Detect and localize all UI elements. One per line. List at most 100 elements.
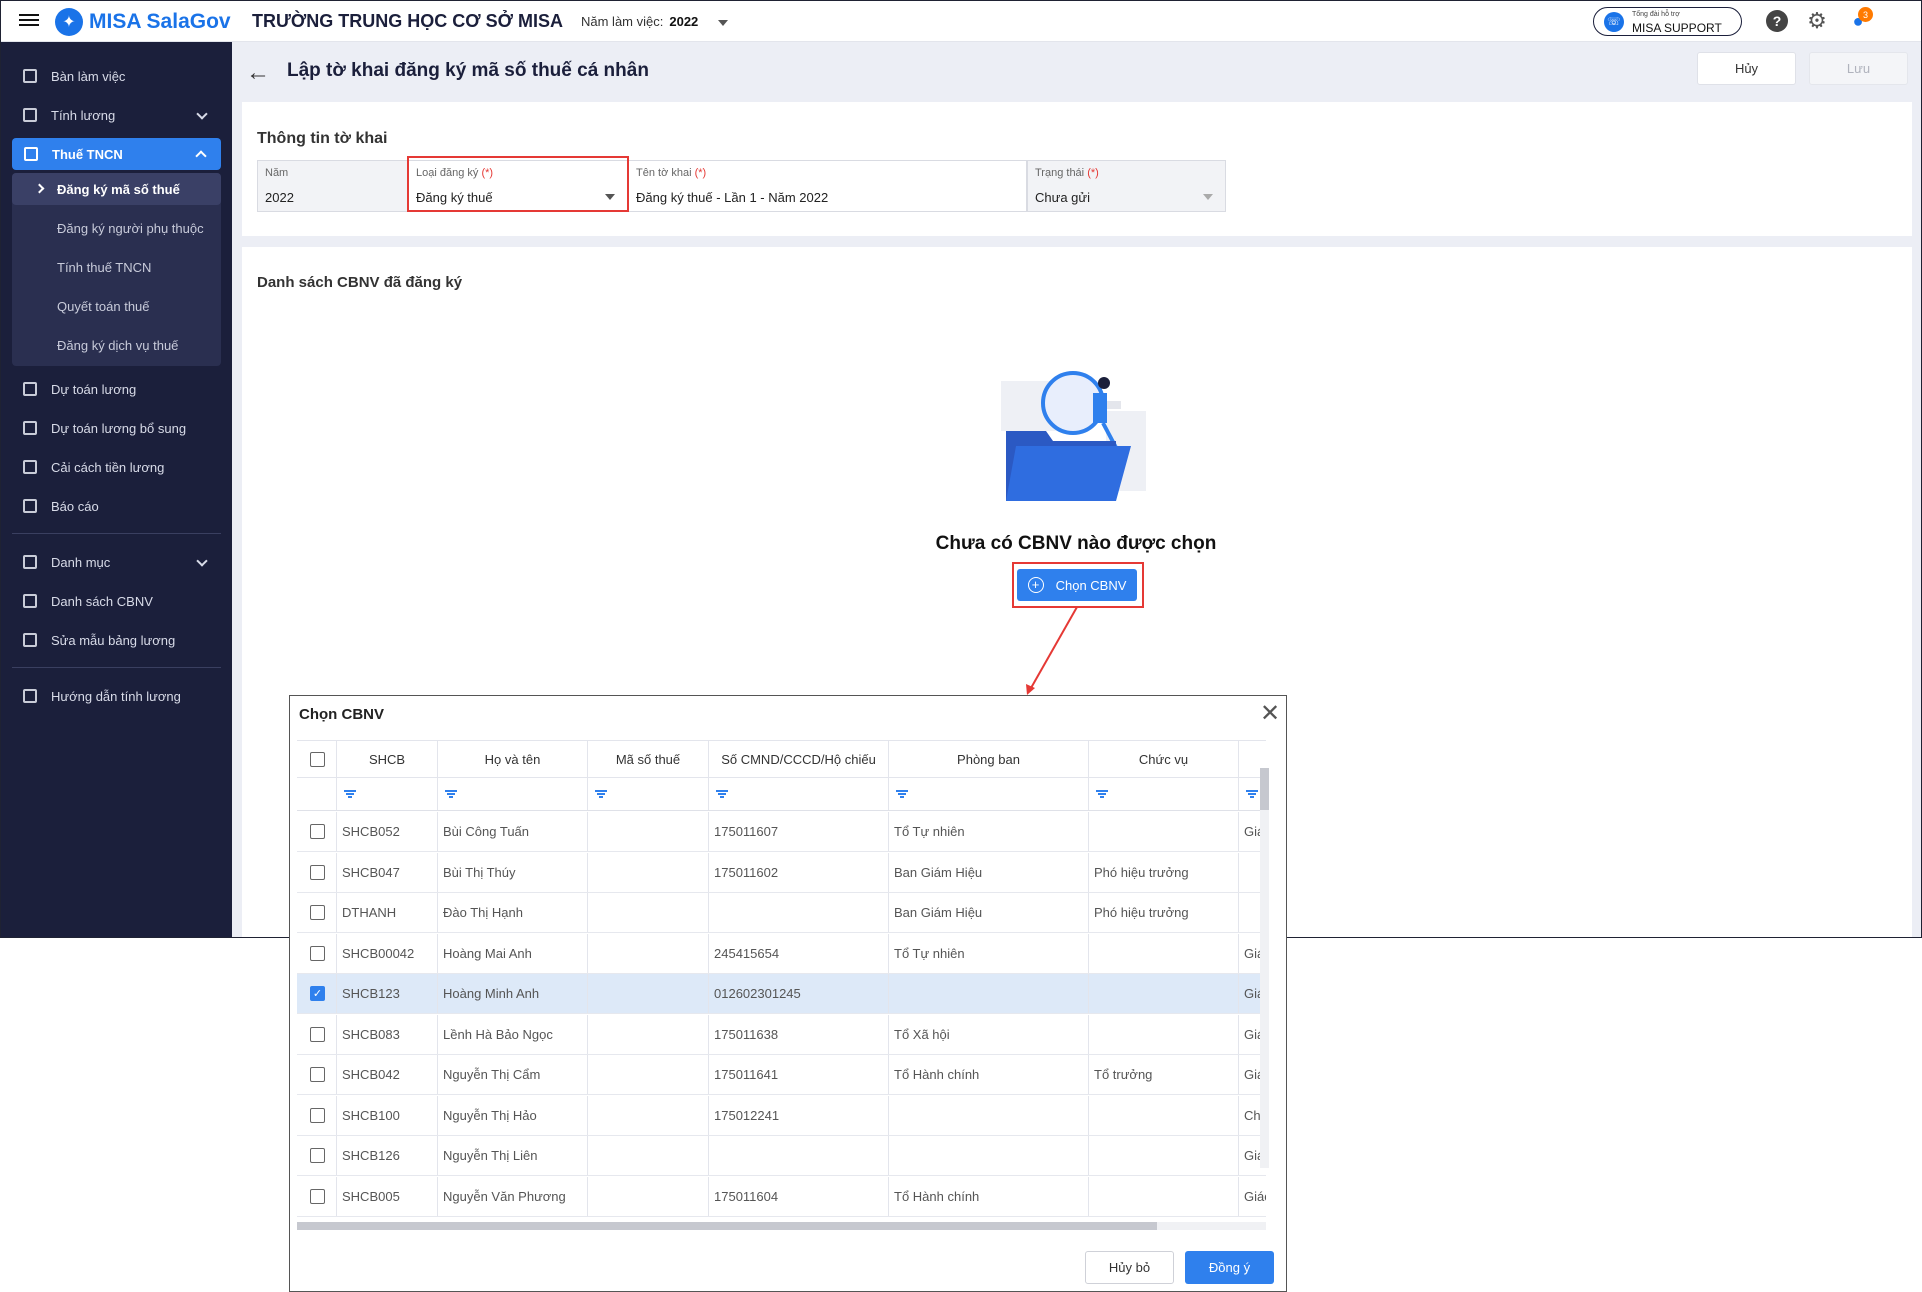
status-value: Chưa gửi: [1035, 190, 1090, 205]
sidebar-item-payroll-guide[interactable]: Hướng dẫn tính lương: [1, 681, 232, 711]
close-icon[interactable]: ✕: [1260, 702, 1280, 726]
column-header-tax-code[interactable]: Mã số thuế: [588, 741, 709, 777]
sidebar-item-reports[interactable]: Báo cáo: [1, 491, 232, 521]
table-row[interactable]: SHCB005 Nguyễn Văn Phương 175011604 Tổ Hành…: [297, 1176, 1266, 1217]
row-checkbox[interactable]: [310, 1107, 325, 1123]
table-row[interactable]: SHCB083 Lềnh Hà Bảo Ngọc 175011638 Tổ Xã hộ…: [297, 1014, 1266, 1055]
row-checkbox-cell: [297, 1055, 337, 1094]
table-row[interactable]: DTHANH Đào Thị Hạnh Ban Giám Hiệu Phó hiệu …: [297, 893, 1266, 933]
column-header-department[interactable]: Phòng ban: [889, 741, 1089, 777]
declaration-name-label: Tên tờ khai: [636, 167, 692, 179]
row-checkbox[interactable]: [310, 1026, 325, 1042]
back-arrow-icon[interactable]: ←: [246, 59, 270, 87]
gear-icon[interactable]: ⚙: [1806, 8, 1828, 33]
year-field: Năm 2022: [257, 160, 408, 212]
status-label: Trạng thái: [1035, 167, 1085, 179]
column-header-position[interactable]: Chức vụ: [1089, 741, 1239, 777]
filter-cell[interactable]: [709, 778, 889, 810]
vertical-scrollbar-thumb[interactable]: [1260, 768, 1269, 810]
sidebar-item-label: Báo cáo: [51, 498, 99, 514]
cell-department: Tổ Hành chính: [889, 1176, 1089, 1216]
cell-tax-code: [588, 974, 709, 1013]
table-row[interactable]: SHCB047 Bùi Thị Thúy 175011602 Ban Giám Hiệ…: [297, 852, 1266, 893]
guide-icon: [23, 689, 37, 703]
select-all-checkbox[interactable]: [310, 751, 325, 767]
year-value: 2022: [265, 190, 294, 205]
sidebar-item-label: Tính lương: [51, 107, 116, 123]
filter-cell[interactable]: [1089, 778, 1239, 810]
submenu-item-tax-service-registration[interactable]: Đăng ký dịch vụ thuế: [12, 329, 221, 361]
row-checkbox[interactable]: ✓: [310, 986, 325, 1001]
cell-id-number: 175011641: [709, 1055, 889, 1094]
row-checkbox-cell: [297, 933, 337, 973]
sidebar-item-pit[interactable]: Thuế TNCN: [12, 138, 221, 170]
app-logo[interactable]: ✦ MISA SalaGov: [55, 8, 231, 36]
grid-filter-row: [297, 778, 1266, 811]
column-header-shcb[interactable]: SHCB: [337, 741, 438, 777]
sidebar-item-label: Bàn làm việc: [51, 68, 126, 84]
filter-cell[interactable]: [337, 778, 438, 810]
table-row[interactable]: SHCB00042 Hoàng Mai Anh 245415654 Tổ Tự nhi…: [297, 933, 1266, 974]
cell-position: [1089, 933, 1239, 973]
select-all-cell: [297, 741, 337, 777]
cell-department: [889, 1136, 1089, 1175]
table-row[interactable]: SHCB126Nguyễn Thị LiênGiáo: [297, 1136, 1266, 1176]
notification-badge: 3: [1858, 7, 1873, 22]
choose-employee-dialog: Chọn CBNV ✕ SHCB Họ và tên Mã số thuế Số…: [289, 695, 1287, 1292]
column-header-name[interactable]: Họ và tên: [438, 741, 588, 777]
submenu-item-tax-finalization[interactable]: Quyết toán thuế: [12, 290, 221, 322]
cell-department: Ban Giám Hiệu: [889, 852, 1089, 892]
sidebar-item-employee-list[interactable]: Danh sách CBNV: [1, 586, 232, 616]
filter-cell[interactable]: [438, 778, 588, 810]
horizontal-scrollbar[interactable]: [297, 1222, 1266, 1230]
sidebar-item-salary-reform[interactable]: Cải cách tiền lương: [1, 452, 232, 482]
submenu-item-dependent-registration[interactable]: Đăng ký người phụ thuộc: [12, 212, 221, 244]
table-row[interactable]: SHCB052 Bùi Công Tuấn 175011607 Tổ Tự nhiên…: [297, 812, 1266, 852]
cell-department: [889, 974, 1089, 1013]
sidebar-item-supplementary-estimate[interactable]: Dự toán lương bổ sung: [1, 413, 232, 443]
cell-shcb: SHCB005: [337, 1176, 438, 1216]
sidebar-item-desk[interactable]: Bàn làm việc: [1, 61, 232, 91]
sidebar-item-salary-estimate[interactable]: Dự toán lương: [1, 374, 232, 404]
chevron-down-icon: [1203, 194, 1213, 200]
submenu-item-pit-calculation[interactable]: Tính thuế TNCN: [12, 251, 221, 283]
sidebar-item-catalog[interactable]: Danh mục: [1, 547, 232, 577]
row-checkbox[interactable]: [310, 864, 325, 880]
logo-text: MISA SalaGov: [89, 10, 231, 33]
support-label: MISA SUPPORT: [1632, 21, 1722, 35]
support-button[interactable]: ☏ Tổng đài hỗ trợ MISA SUPPORT: [1593, 7, 1742, 36]
submenu-item-tax-code-registration[interactable]: Đăng ký mã số thuế: [12, 173, 221, 205]
declaration-name-field[interactable]: Tên tờ khai (*) Đăng ký thuế - Lần 1 - N…: [628, 160, 1027, 212]
column-header-id-number[interactable]: Số CMND/CCCD/Hộ chiếu: [709, 741, 889, 777]
cell-position: [1089, 1176, 1239, 1216]
dialog-cancel-button[interactable]: Hủy bỏ: [1085, 1251, 1174, 1284]
row-checkbox-cell: [297, 852, 337, 892]
table-row[interactable]: ✓SHCB123Hoàng Minh Anh012602301245Giáo: [297, 974, 1266, 1014]
help-icon[interactable]: ?: [1766, 10, 1788, 32]
row-checkbox[interactable]: [310, 824, 325, 839]
menu-icon[interactable]: [19, 11, 39, 31]
cell-shcb: SHCB100: [337, 1095, 438, 1135]
save-button[interactable]: Lưu: [1809, 52, 1908, 85]
table-row[interactable]: SHCB100Nguyễn Thị Hảo175012241Chuy: [297, 1095, 1266, 1136]
cell-position: [1089, 812, 1239, 851]
row-checkbox[interactable]: [310, 905, 325, 920]
row-checkbox[interactable]: [310, 1067, 325, 1082]
row-checkbox[interactable]: [310, 1188, 325, 1204]
row-checkbox[interactable]: [310, 1148, 325, 1163]
vertical-scrollbar[interactable]: [1260, 768, 1269, 1168]
filter-cell[interactable]: [889, 778, 1089, 810]
cell-position: [1089, 1136, 1239, 1175]
dialog-ok-button[interactable]: Đồng ý: [1185, 1251, 1274, 1284]
cancel-button[interactable]: Hủy: [1697, 52, 1796, 85]
sidebar-item-edit-payroll-template[interactable]: Sửa mẫu bảng lương: [1, 625, 232, 655]
filter-cell[interactable]: [588, 778, 709, 810]
work-year-selector[interactable]: Năm làm việc: 2022: [581, 14, 729, 29]
empty-folder-illustration: [1001, 371, 1146, 501]
horizontal-scrollbar-thumb[interactable]: [297, 1222, 1157, 1230]
cell-tax-code: [588, 933, 709, 973]
sidebar-item-payroll[interactable]: Tính lương: [1, 100, 232, 130]
row-checkbox[interactable]: [310, 945, 325, 961]
table-row[interactable]: SHCB042 Nguyễn Thị Cẩm 175011641 Tổ Hành ch…: [297, 1055, 1266, 1095]
row-checkbox-cell: [297, 893, 337, 932]
